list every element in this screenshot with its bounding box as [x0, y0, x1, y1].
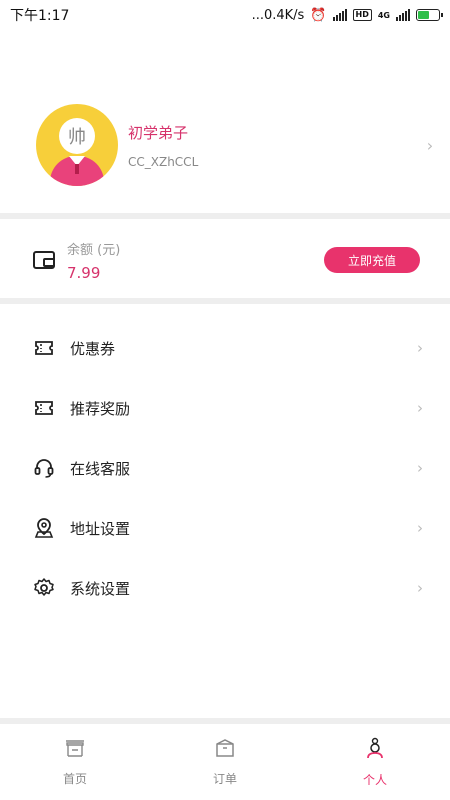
tab-orders[interactable]: 订单 [150, 724, 300, 800]
tab-label: 订单 [212, 771, 237, 786]
tab-label: 个人 [362, 772, 387, 787]
chevron-right-icon: › [417, 579, 423, 597]
recharge-button[interactable]: 立即充值 [324, 247, 420, 273]
home-icon [64, 738, 86, 762]
menu-label: 在线客服 [70, 459, 131, 478]
alarm-icon: ⏰ [310, 7, 327, 23]
battery-fill [418, 11, 429, 19]
chevron-right-icon: › [417, 459, 423, 477]
hd-badge: HD [352, 9, 372, 21]
menu-label: 地址设置 [70, 519, 131, 538]
balance-text: 余额 (元) 7.99 [67, 239, 324, 282]
menu-list: 优惠券 › 推荐奖励 › 在线客服 › 地址设置 › 系统设置 › [0, 318, 450, 618]
map-pin-icon [32, 516, 56, 540]
wallet-icon [33, 251, 55, 269]
menu-item-address[interactable]: 地址设置 › [0, 498, 450, 558]
balance-label: 余额 (元) [67, 242, 121, 258]
menu-label: 推荐奖励 [70, 399, 131, 418]
menu-label: 系统设置 [70, 579, 131, 598]
menu-label: 优惠券 [70, 339, 116, 358]
menu-item-coupons[interactable]: 优惠券 › [0, 318, 450, 378]
bottom-tab-bar: 首页 订单 个人 [0, 718, 450, 800]
menu-item-settings[interactable]: 系统设置 › [0, 558, 450, 618]
chevron-right-icon: › [417, 399, 423, 417]
tab-home[interactable]: 首页 [0, 724, 150, 800]
status-time: 下午1:17 [10, 8, 70, 24]
net-type: 4G [377, 10, 390, 20]
chevron-right-icon[interactable]: › [410, 136, 450, 155]
avatar-head: 帅 [59, 118, 95, 154]
section-divider [0, 298, 450, 304]
profile-header[interactable]: 帅 初学弟子 CC_XZhCCL › [0, 95, 450, 195]
box-icon [215, 738, 235, 762]
tab-label: 首页 [62, 771, 87, 786]
menu-item-support[interactable]: 在线客服 › [0, 438, 450, 498]
coupon-icon [32, 336, 56, 360]
username: CC_XZhCCL [128, 154, 199, 169]
balance-section: 余额 (元) 7.99 立即充值 [0, 222, 450, 298]
network-speed: ...0.4K/s [251, 7, 305, 23]
balance-value: 7.99 [67, 263, 101, 282]
signal-icon [332, 9, 347, 21]
user-icon [365, 737, 385, 763]
status-indicators: ...0.4K/s ⏰ HD 4G [251, 7, 443, 23]
section-divider [0, 213, 450, 219]
ticket-icon [32, 396, 56, 420]
nickname: 初学弟子 [128, 123, 189, 142]
avatar[interactable]: 帅 [36, 104, 118, 186]
chevron-right-icon: › [417, 519, 423, 537]
battery-icon [416, 9, 443, 21]
profile-info: 初学弟子 CC_XZhCCL [128, 122, 410, 169]
headset-icon [32, 456, 56, 480]
gear-icon [32, 576, 56, 600]
chevron-right-icon: › [417, 339, 423, 357]
screen: 下午1:17 ...0.4K/s ⏰ HD 4G 帅 初学弟子 CC_XZhCC… [0, 0, 450, 800]
avatar-tie [75, 164, 79, 174]
status-bar: 下午1:17 ...0.4K/s ⏰ HD 4G [0, 0, 450, 30]
menu-item-referral[interactable]: 推荐奖励 › [0, 378, 450, 438]
signal-icon-2 [396, 9, 410, 21]
tab-profile[interactable]: 个人 [300, 724, 450, 800]
